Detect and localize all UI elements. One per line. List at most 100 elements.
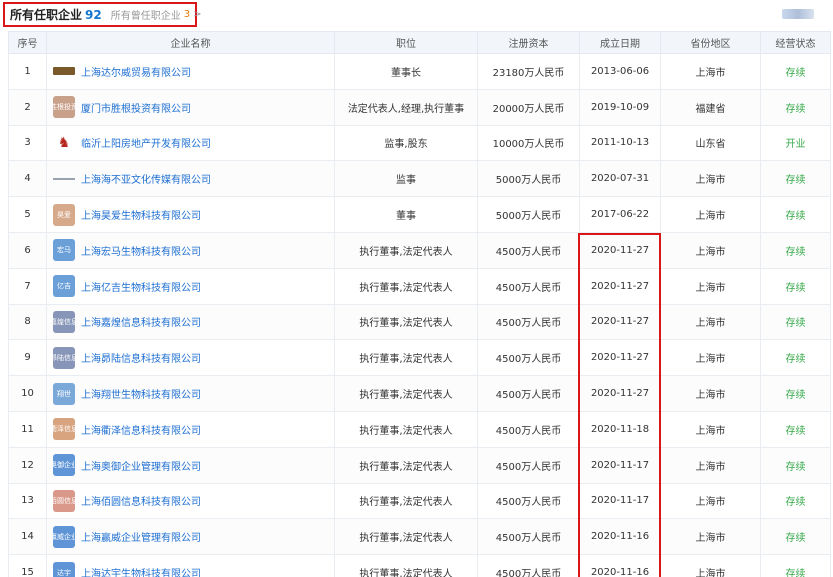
row-number: 8 (8, 303, 47, 341)
column-header: 企业名称 (46, 31, 335, 54)
founded-date-cell: 2020-11-16 (579, 554, 661, 577)
row-number: 9 (8, 339, 47, 377)
row-number: 2 (8, 88, 47, 126)
status-cell: 存续 (760, 53, 831, 90)
company-logo-icon: 衢泽信息 (53, 418, 75, 441)
blurred-watermark (782, 9, 814, 19)
founded-date-cell: 2020-11-27 (579, 303, 661, 341)
company-cell: ♞ 临沂上阳房地产开发有限公司 (46, 124, 335, 162)
table-row[interactable]: 2胜根投资厦门市胜根投资有限公司法定代表人,经理,执行董事20000万人民币20… (8, 88, 831, 126)
row-number: 6 (8, 231, 47, 269)
company-logo-icon: 佰圆信息 (53, 489, 75, 512)
company-name-link[interactable]: 上海衢泽信息科技有限公司 (81, 422, 201, 437)
row-number: 3 (8, 124, 47, 162)
tab-former-companies[interactable]: 所有曾任职企业 (111, 7, 181, 22)
company-name-link[interactable]: 上海嘉煌信息科技有限公司 (81, 314, 201, 329)
row-number: 7 (8, 267, 47, 305)
capital-cell: 4500万人民币 (477, 446, 580, 484)
status-cell: 开业 (760, 124, 831, 162)
company-name-link[interactable]: 上海翔世生物科技有限公司 (81, 386, 201, 401)
company-name-link[interactable]: 厦门市胜根投资有限公司 (81, 100, 191, 115)
founded-date-cell: 2019-10-09 (579, 88, 661, 126)
region-cell: 上海市 (660, 410, 761, 448)
capital-cell: 4500万人民币 (477, 482, 580, 520)
company-name-link[interactable]: 上海亿吉生物科技有限公司 (81, 279, 201, 294)
table-row[interactable]: 13 佰圆信息上海佰圆信息科技有限公司 执行董事,法定代表人4500万人民币2020… (8, 482, 831, 520)
company-logo-icon: 亿吉 (53, 275, 75, 298)
founded-date-cell: 2020-11-16 (579, 518, 661, 556)
company-logo-icon: 嘉煌信息 (53, 310, 75, 333)
founded-date-cell: 2020-11-27 (579, 267, 661, 305)
company-name-link[interactable]: 上海赢威企业管理有限公司 (81, 529, 201, 544)
capital-cell: 4500万人民币 (477, 339, 580, 377)
position-cell: 执行董事,法定代表人 (334, 554, 478, 577)
region-cell: 上海市 (660, 339, 761, 377)
capital-cell: 23180万人民币 (477, 53, 580, 90)
company-cell: 奥御企业上海奥御企业管理有限公司 (46, 446, 335, 484)
status-cell: 存续 (760, 231, 831, 269)
company-logo-icon: 昴陆信息 (53, 346, 75, 369)
table-row[interactable]: 4 上海海不亚文化传媒有限公司 监事 5000万人民币 2020-07-31 上海市 存续 (8, 160, 831, 198)
founded-date-cell: 2017-06-22 (579, 196, 661, 233)
table-header-row: 序号 企业名称 职位 注册资本 成立日期 省份地区 经营状态 (8, 31, 831, 54)
table-row[interactable]: 3 ♞ 临沂上阳房地产开发有限公司 监事,股东 10000万人民币 2011-10-13 山… (8, 124, 831, 162)
table-row[interactable]: 8嘉煌信息上海嘉煌信息科技有限公司执行董事,法定代表人4500万人民币2020-… (8, 303, 831, 341)
row-number: 12 (8, 446, 47, 484)
company-name-link[interactable]: 上海宏马生物科技有限公司 (81, 243, 201, 258)
capital-cell: 4500万人民币 (477, 303, 580, 341)
companies-table: 序号 企业名称 职位 注册资本 成立日期 省份地区 经营状态 1 上海达尔威贸易有限公司 董事长… (8, 31, 831, 577)
region-cell: 上海市 (660, 554, 761, 577)
status-cell: 存续 (760, 375, 831, 412)
capital-cell: 5000万人民币 (477, 160, 580, 198)
status-cell: 存续 (760, 88, 831, 126)
table-row[interactable]: 15 达宇 上海达宇生物科技有限公司 执行董事,法定代表人 4500万人民币 2020-1… (8, 554, 831, 577)
row-number: 10 (8, 375, 47, 412)
company-logo-icon: 昊爱 (53, 203, 75, 226)
tab-former-count: 3 (183, 9, 191, 20)
status-cell: 存续 (760, 446, 831, 484)
company-name-link[interactable]: 上海佰圆信息科技有限公司 (81, 493, 201, 508)
table-row[interactable]: 9昴陆信息上海昴陆信息科技有限公司执行董事,法定代表人4500万人民币2020-… (8, 339, 831, 377)
company-name-link[interactable]: 上海昊爱生物科技有限公司 (81, 207, 201, 222)
row-number: 13 (8, 482, 47, 520)
company-name-link[interactable]: 上海达宇生物科技有限公司 (81, 565, 201, 577)
table-row[interactable]: 6 宏马 上海宏马生物科技有限公司 执行董事,法定代表人 4500万人民币 2020-11… (8, 231, 831, 269)
tab-current-companies[interactable]: 所有任职企业 (10, 6, 82, 23)
table-row[interactable]: 10 翔世 上海翔世生物科技有限公司 执行董事,法定代表人 4500万人民币 2020-1… (8, 375, 831, 412)
company-name-link[interactable]: 上海海不亚文化传媒有限公司 (81, 171, 211, 186)
region-cell: 上海市 (660, 375, 761, 412)
table-row[interactable]: 11衢泽信息上海衢泽信息科技有限公司执行董事,法定代表人4500万人民币2020… (8, 410, 831, 448)
position-cell: 执行董事,法定代表人 (334, 267, 478, 305)
company-cell: 上海海不亚文化传媒有限公司 (46, 160, 335, 198)
company-name-link[interactable]: 上海昴陆信息科技有限公司 (81, 350, 201, 365)
region-cell: 福建省 (660, 88, 761, 126)
table-row[interactable]: 1 上海达尔威贸易有限公司 董事长 23180万人民币 2013-06-06 上海市 存续 (8, 53, 831, 90)
table-row[interactable]: 7 亿吉 上海亿吉生物科技有限公司 执行董事,法定代表人 4500万人民币 2020-11… (8, 267, 831, 305)
status-cell: 存续 (760, 482, 831, 520)
tab-current-count: 92 (85, 7, 102, 22)
status-cell: 存续 (760, 303, 831, 341)
company-name-link[interactable]: 上海达尔威贸易有限公司 (81, 64, 191, 79)
company-name-link[interactable]: 上海奥御企业管理有限公司 (81, 458, 201, 473)
row-number: 1 (8, 53, 47, 90)
position-cell: 执行董事,法定代表人 (334, 482, 478, 520)
company-cell: 衢泽信息上海衢泽信息科技有限公司 (46, 410, 335, 448)
chevron-right-icon[interactable]: > (193, 9, 201, 20)
status-cell: 存续 (760, 267, 831, 305)
table-row[interactable]: 14赢威企业上海赢威企业管理有限公司执行董事,法定代表人4500万人民币2020… (8, 518, 831, 556)
capital-cell: 5000万人民币 (477, 196, 580, 233)
table-row[interactable]: 5 昊爱 上海昊爱生物科技有限公司 董事 5000万人民币 2017-06-22 上海市 存续 (8, 196, 831, 233)
position-cell: 执行董事,法定代表人 (334, 231, 478, 269)
column-header: 经营状态 (760, 31, 831, 54)
company-name-link[interactable]: 临沂上阳房地产开发有限公司 (81, 135, 211, 150)
position-cell: 执行董事,法定代表人 (334, 339, 478, 377)
founded-date-cell: 2020-11-27 (579, 339, 661, 377)
position-cell: 执行董事,法定代表人 (334, 375, 478, 412)
table-row[interactable]: 12奥御企业上海奥御企业管理有限公司执行董事,法定代表人4500万人民币2020… (8, 446, 831, 484)
founded-date-cell: 2020-11-17 (579, 482, 661, 520)
region-cell: 上海市 (660, 446, 761, 484)
company-cell: 昴陆信息上海昴陆信息科技有限公司 (46, 339, 335, 377)
position-cell: 执行董事,法定代表人 (334, 518, 478, 556)
row-number: 4 (8, 160, 47, 198)
company-logo-icon: 翔世 (53, 382, 75, 405)
